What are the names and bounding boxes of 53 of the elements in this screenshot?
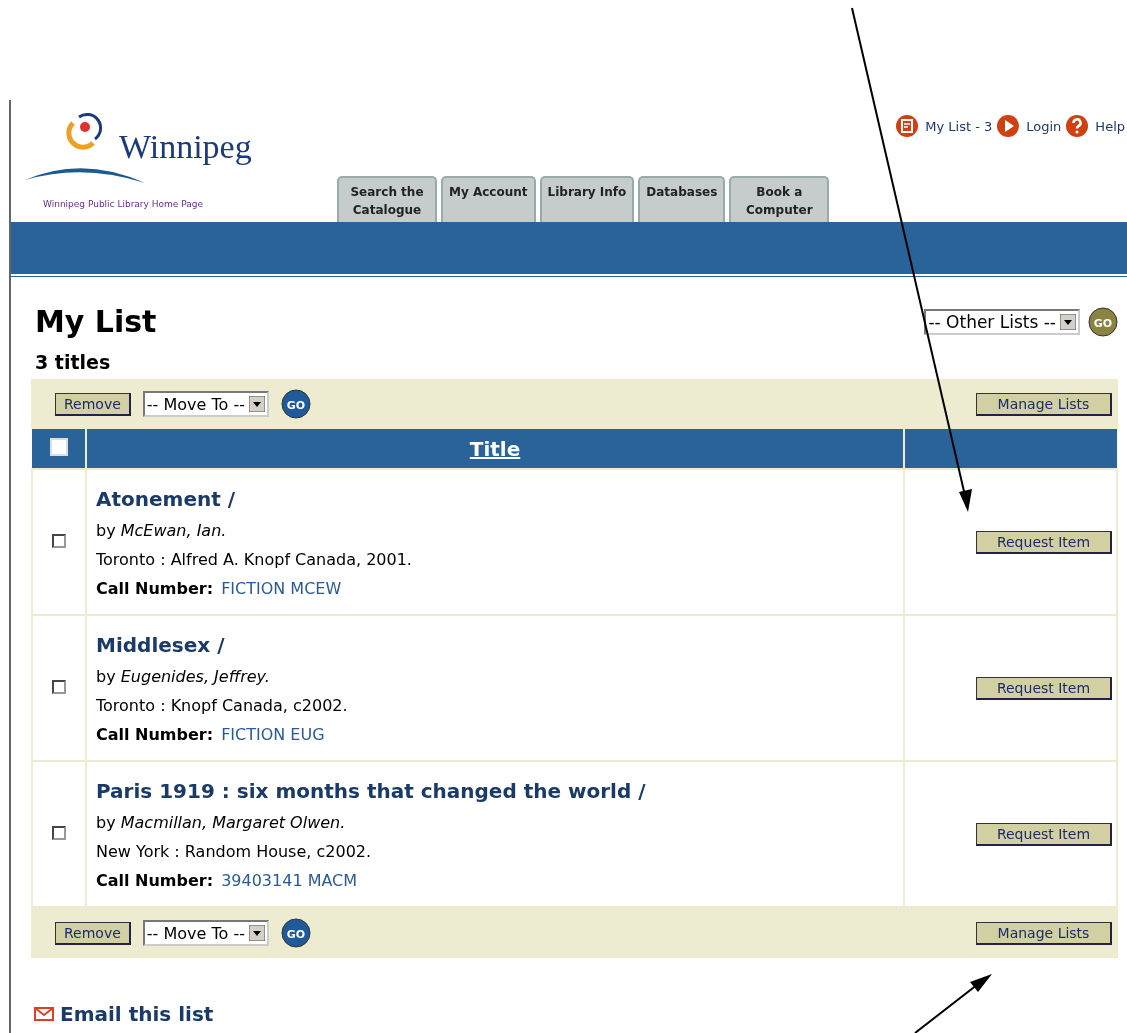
caret-icon[interactable] (1060, 313, 1076, 330)
dropdown[interactable]: -- Move To -- (142, 391, 269, 417)
top-link[interactable]: Login (1026, 118, 1062, 134)
caret-icon[interactable] (248, 925, 265, 941)
request-item-button[interactable]: Request Item (976, 676, 1112, 700)
play-icon[interactable] (996, 114, 1021, 138)
go-button[interactable]: GO (280, 389, 311, 419)
logo-text: Winnipeg (119, 128, 252, 166)
nav-tab[interactable]: Search the Catalogue (337, 176, 437, 222)
go-button[interactable]: GO (280, 918, 311, 948)
author-text: by Macmillan, Margaret Olwen. (96, 812, 347, 832)
book-title-link[interactable]: Paris 1919 : six months that changed the world / (96, 778, 894, 803)
request-item-button[interactable]: Request Item (976, 530, 1112, 554)
author-text: by Eugenides, Jeffrey. (96, 666, 271, 686)
remove-button[interactable]: Remove (55, 392, 131, 416)
go-button[interactable]: GO (1088, 306, 1118, 337)
help-icon[interactable] (1065, 114, 1090, 138)
top-link[interactable]: My List - 3 (925, 118, 993, 134)
row-checkbox[interactable] (52, 679, 66, 694)
select-all-checkbox[interactable] (49, 437, 68, 456)
envelope-icon (34, 1007, 54, 1021)
publisher-text: New York : Random House, c2002. (96, 841, 373, 861)
dropdown[interactable]: -- Other Lists -- (924, 308, 1080, 335)
book-title-link[interactable]: Atonement / (96, 486, 894, 511)
caret-icon[interactable] (248, 396, 265, 412)
dropdown[interactable]: -- Move To -- (142, 920, 269, 946)
nav-tab[interactable]: Library Info (539, 176, 635, 222)
title-column-header[interactable]: Title (469, 436, 521, 461)
top-link[interactable]: Help (1095, 118, 1125, 134)
page-title: My List (35, 304, 157, 339)
row-checkbox[interactable] (52, 533, 66, 548)
call-number-link[interactable]: FICTION MCEW (221, 578, 342, 598)
call-number-label: Call Number: (96, 578, 214, 598)
row-checkbox[interactable] (52, 825, 66, 840)
manage-lists-button[interactable]: Manage Lists (976, 921, 1112, 945)
email-link[interactable]: Email this list (60, 1002, 214, 1026)
author-text: by McEwan, Ian. (96, 520, 228, 540)
nav-tab[interactable]: Book a Computer (729, 176, 830, 222)
call-number-link[interactable]: FICTION EUG (221, 724, 325, 744)
book-title-link[interactable]: Middlesex / (96, 632, 894, 657)
request-item-button[interactable]: Request Item (976, 822, 1112, 846)
call-number-label: Call Number: (96, 870, 214, 890)
remove-button[interactable]: Remove (55, 921, 131, 945)
publisher-text: Toronto : Alfred A. Knopf Canada, 2001. (96, 549, 413, 569)
home-link[interactable]: Winnipeg Public Library Home Page (43, 199, 323, 209)
nav-tab[interactable]: Databases (638, 176, 726, 222)
manage-lists-button[interactable]: Manage Lists (976, 392, 1112, 416)
nav-tab[interactable]: My Account (441, 176, 536, 222)
call-number-label: Call Number: (96, 724, 214, 744)
publisher-text: Toronto : Knopf Canada, c2002. (96, 695, 349, 715)
call-number-link[interactable]: 39403141 MACM (221, 870, 358, 890)
list-icon[interactable] (895, 114, 920, 138)
title-count: 3 titles (35, 351, 112, 373)
